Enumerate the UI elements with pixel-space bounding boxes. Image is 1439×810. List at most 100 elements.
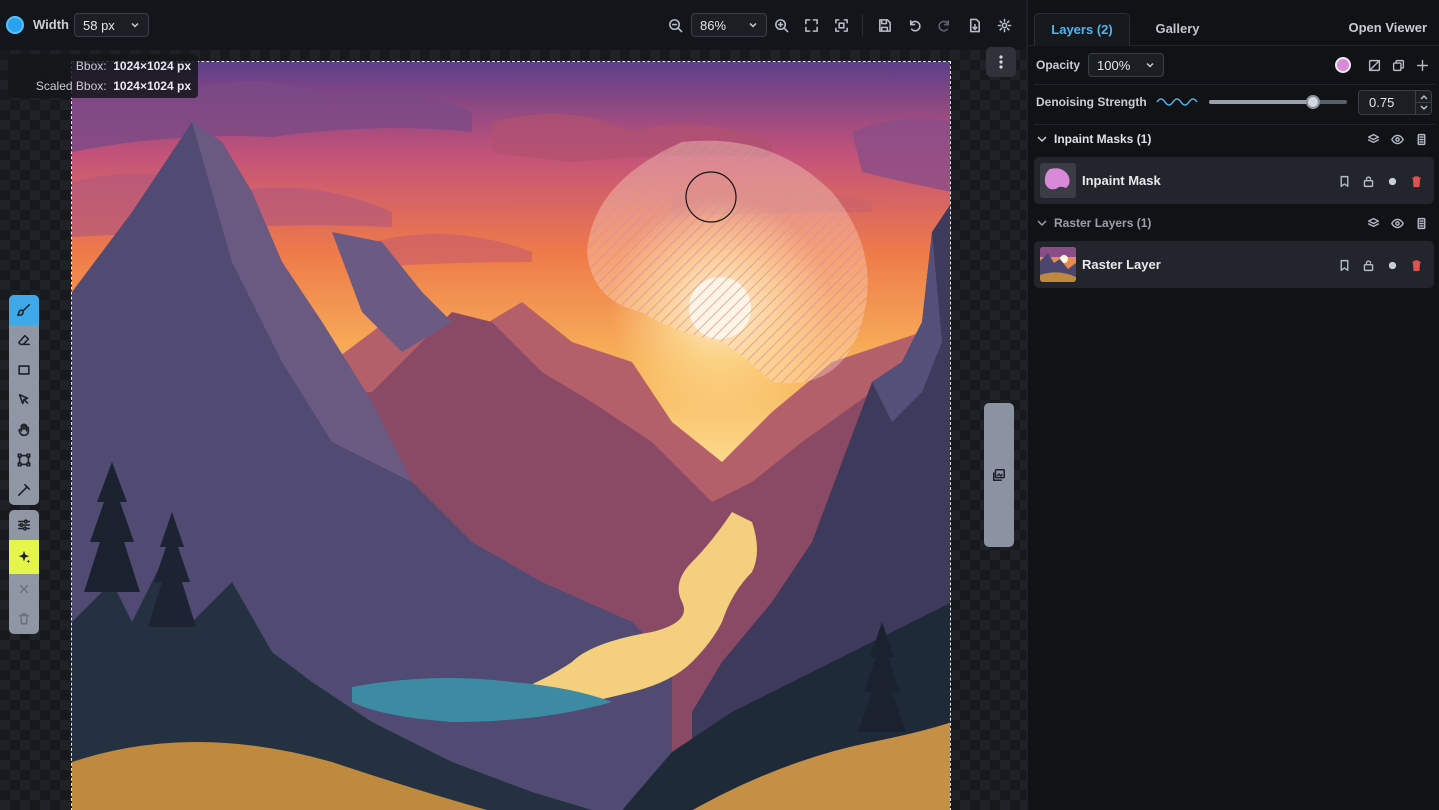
bookmark-icon[interactable] (1336, 257, 1352, 273)
raster-layer[interactable]: Raster Layer (1034, 241, 1434, 288)
scaled-bbox-label: Scaled Bbox: (35, 79, 107, 93)
denoise-slider-thumb[interactable] (1305, 95, 1320, 109)
width-select[interactable]: 58 px (74, 13, 149, 37)
landscape-illustration (72, 62, 950, 810)
tool-group-actions (9, 510, 39, 634)
canvas-image[interactable] (71, 61, 951, 810)
raster-layer-thumbnail (1040, 247, 1076, 282)
trash-icon[interactable] (1408, 173, 1424, 189)
undo-icon[interactable] (904, 15, 924, 35)
transform-tool[interactable] (9, 445, 39, 475)
bbox-value: 1024×1024 px (113, 59, 191, 73)
save-icon[interactable] (874, 15, 894, 35)
width-label: Width (33, 17, 69, 32)
inpaint-mask-name: Inpaint Mask (1082, 173, 1161, 188)
lock-icon[interactable] (1360, 257, 1376, 273)
delete-group-icon[interactable] (1413, 215, 1429, 231)
raster-layer-name: Raster Layer (1082, 257, 1161, 272)
scaled-bbox-row: Scaled Bbox: 1024×1024 px (36, 79, 191, 93)
close-icon (19, 584, 29, 594)
scaled-bbox-value: 1024×1024 px (113, 79, 191, 93)
bbox-info: Bbox: 1024×1024 px Scaled Bbox: 1024×102… (8, 54, 198, 98)
fit-bbox-icon[interactable] (831, 15, 851, 35)
raster-layers-group-header[interactable]: Raster Layers (1) (1034, 210, 1434, 236)
delete-group-icon[interactable] (1413, 131, 1429, 147)
denoise-value: 0.75 (1369, 95, 1395, 110)
cancel-button[interactable] (9, 574, 39, 604)
zoom-select[interactable]: 86% (691, 13, 767, 37)
canvas-toolbar: Width 58 px 86% (0, 0, 1026, 50)
tab-gallery[interactable]: Gallery (1140, 13, 1215, 46)
bbox-row: Bbox: 1024×1024 px (76, 59, 191, 73)
trash-icon (18, 613, 30, 625)
rect-tool[interactable] (9, 355, 39, 385)
eye-icon[interactable] (1389, 131, 1405, 147)
gallery-toggle-handle[interactable] (984, 403, 1014, 547)
clear-queue-button[interactable] (9, 604, 39, 634)
mask-color-swatch[interactable] (1335, 57, 1351, 73)
zoom-in-icon[interactable] (771, 15, 791, 35)
merge-layers-icon[interactable] (1365, 215, 1381, 231)
opacity-value: 100% (1097, 58, 1131, 73)
eraser-tool[interactable] (9, 325, 39, 355)
enabled-toggle-icon[interactable] (1384, 173, 1400, 189)
tool-palette (9, 295, 39, 639)
gear-icon[interactable] (994, 15, 1014, 35)
denoise-label: Denoising Strength (1036, 95, 1147, 109)
denoise-input[interactable]: 0.75 (1358, 90, 1432, 115)
hand-tool[interactable] (9, 415, 39, 445)
app-root: Width 58 px 86% Bbox: 1024×1024 px Scale… (0, 0, 1439, 810)
zoom-value: 86% (700, 18, 727, 33)
invert-mask-icon[interactable] (1366, 57, 1382, 73)
tab-layers[interactable]: Layers (2) (1034, 13, 1130, 46)
merge-layers-icon[interactable] (1365, 131, 1381, 147)
raster-layers-group-title: Raster Layers (1) (1054, 216, 1152, 230)
width-value: 58 px (83, 18, 115, 33)
inpaint-masks-group-header[interactable]: Inpaint Masks (1) (1034, 126, 1434, 152)
hand-icon (18, 423, 30, 437)
canvas-menu-button[interactable] (986, 47, 1016, 77)
enabled-toggle-icon[interactable] (1384, 257, 1400, 273)
filters-tool[interactable] (9, 510, 39, 540)
brush-tool[interactable] (9, 295, 39, 325)
invoke-button[interactable] (9, 540, 39, 574)
lock-icon[interactable] (1360, 173, 1376, 189)
color-picker-tool[interactable] (9, 475, 39, 505)
eye-icon[interactable] (1389, 215, 1405, 231)
trash-icon[interactable] (1408, 257, 1424, 273)
export-file-icon[interactable] (964, 15, 984, 35)
tool-group-main (9, 295, 39, 505)
opacity-select[interactable]: 100% (1088, 53, 1164, 77)
denoise-slider[interactable] (1209, 95, 1347, 109)
panel-divider (1034, 124, 1435, 125)
chevron-down-icon (1037, 220, 1047, 227)
toolbar-divider (862, 14, 863, 36)
eraser-icon (17, 334, 31, 346)
images-icon (993, 469, 1005, 481)
sparkle-icon (18, 550, 31, 564)
zoom-out-icon[interactable] (665, 15, 685, 35)
filters-icon (17, 519, 31, 531)
more-vertical-icon (999, 55, 1003, 69)
chevron-down-icon (1037, 136, 1047, 143)
rect-icon (18, 365, 30, 375)
open-viewer-button[interactable]: Open Viewer (1348, 20, 1427, 35)
bookmark-icon[interactable] (1336, 173, 1352, 189)
transform-icon (17, 453, 31, 467)
denoise-slider-fill (1209, 100, 1313, 104)
layers-stack-icon[interactable] (1390, 57, 1406, 73)
canvas-area[interactable]: Bbox: 1024×1024 px Scaled Bbox: 1024×102… (0, 47, 1026, 810)
chevron-down-icon (749, 22, 757, 28)
redo-icon[interactable] (934, 15, 954, 35)
inpaint-mask-thumbnail (1040, 163, 1076, 198)
brush-icon (17, 303, 31, 317)
panel-tabs: Layers (2) Gallery Open Viewer (1028, 0, 1439, 46)
move-tool[interactable] (9, 385, 39, 415)
add-layer-icon[interactable] (1414, 57, 1430, 73)
denoise-stepper[interactable] (1415, 91, 1432, 114)
opacity-label: Opacity (1036, 58, 1081, 72)
brush-color-swatch[interactable] (6, 16, 24, 34)
bbox-label: Bbox: (75, 59, 107, 73)
fit-to-screen-icon[interactable] (801, 15, 821, 35)
inpaint-mask-layer[interactable]: Inpaint Mask (1034, 157, 1434, 204)
